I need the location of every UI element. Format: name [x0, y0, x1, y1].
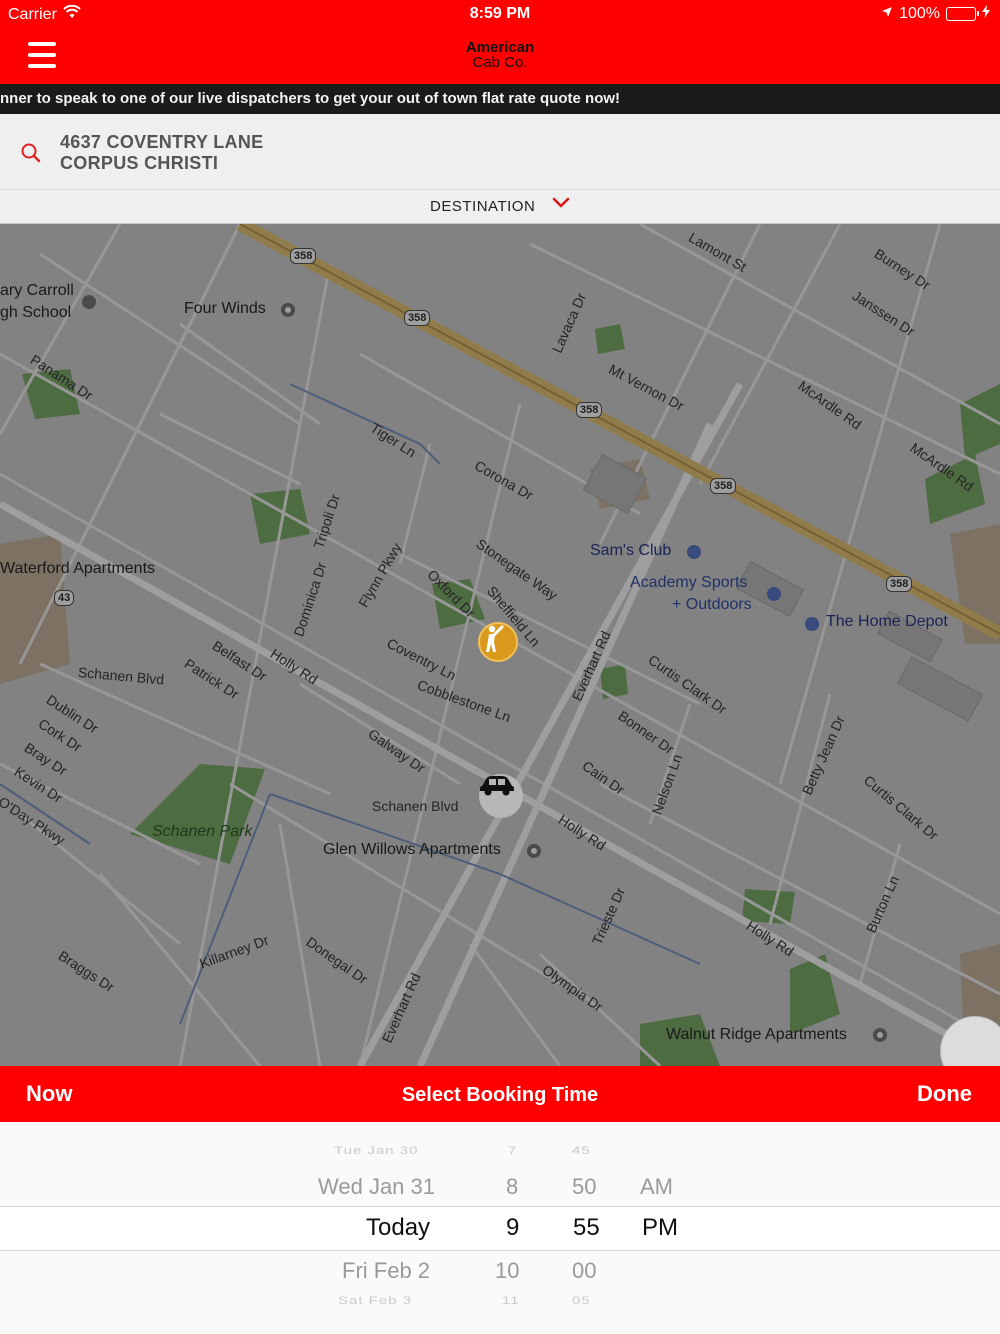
battery-percent: 100%	[899, 5, 940, 22]
picker-minute-option[interactable]: 00	[572, 1258, 596, 1284]
picker-minute-option[interactable]: 45	[572, 1144, 591, 1157]
charging-icon	[982, 5, 990, 23]
status-time: 8:59 PM	[469, 5, 531, 22]
brand-logo: American Cab Co.	[0, 40, 1000, 70]
highway-shield: 358	[404, 310, 431, 326]
car-icon[interactable]	[479, 774, 523, 818]
date-time-picker[interactable]: Tue Jan 30 Wed Jan 31 Today Fri Feb 2 Sa…	[0, 1122, 1000, 1334]
street-schanen-blvd-2: Schanen Blvd	[372, 798, 459, 814]
highway-shield: 358	[576, 402, 603, 418]
person-hail-icon[interactable]	[478, 622, 518, 662]
map-label-carroll-2: gh School	[0, 304, 72, 321]
picker-day-option[interactable]: Fri Feb 2	[342, 1258, 430, 1284]
brand-line-2: Cab Co.	[472, 54, 528, 71]
picker-minute-column[interactable]: 45 50 55 00 05	[565, 1122, 615, 1334]
highway-shield: 358	[710, 478, 737, 494]
map-label-carroll-1: ary Carroll	[0, 282, 74, 299]
map-label-academy-1: Academy Sports	[630, 574, 748, 591]
picker-day-column[interactable]: Tue Jan 30 Wed Jan 31 Today Fri Feb 2 Sa…	[300, 1122, 480, 1334]
brand-line-1: American	[465, 39, 535, 56]
picker-ampm-selected[interactable]: PM	[642, 1214, 678, 1242]
app-header: American Cab Co.	[0, 28, 1000, 84]
map-label-waterford: Waterford Apartments	[0, 560, 156, 577]
location-arrow-icon	[881, 5, 893, 23]
picker-day-option[interactable]: Tue Jan 30	[334, 1144, 419, 1157]
announcement-ticker: nner to speak to one of our live dispatc…	[0, 84, 1000, 114]
picker-minute-selected[interactable]: 55	[573, 1214, 600, 1242]
map-label-home-depot: The Home Depot	[826, 613, 948, 630]
picker-day-option[interactable]: Wed Jan 31	[318, 1174, 435, 1200]
picker-hour-selected[interactable]: 9	[506, 1214, 519, 1242]
status-bar: Carrier 8:59 PM 100%	[0, 0, 1000, 28]
pickup-address-line-2: CORPUS CHRISTI	[60, 153, 219, 173]
picker-ampm-column[interactable]: AM PM	[635, 1122, 695, 1334]
ticker-text: nner to speak to one of our live dispatc…	[0, 90, 621, 107]
picker-hour-option[interactable]: 8	[506, 1174, 518, 1200]
picker-hour-column[interactable]: 7 8 9 10 11	[490, 1122, 540, 1334]
chevron-down-icon	[552, 188, 570, 222]
pickup-address-line-1: 4637 COVENTRY LANE	[60, 132, 264, 152]
destination-selector[interactable]: DESTINATION	[0, 190, 1000, 224]
map-label-walnut-ridge: Walnut Ridge Apartments	[666, 1026, 847, 1043]
battery-icon	[946, 7, 979, 21]
search-icon	[20, 142, 42, 164]
picker-day-option[interactable]: Sat Feb 3	[338, 1294, 412, 1307]
booking-time-bar: Now Select Booking Time Done	[0, 1066, 1000, 1122]
map-label-glen-willows: Glen Willows Apartments	[323, 841, 501, 858]
picker-hour-option[interactable]: 7	[508, 1144, 517, 1157]
map-view[interactable]: Four Winds ary Carroll gh School Waterfo…	[0, 224, 1000, 1066]
picker-hour-option[interactable]: 11	[502, 1294, 520, 1307]
map-label-academy-2: + Outdoors	[672, 596, 752, 613]
picker-minute-option[interactable]: 50	[572, 1174, 596, 1200]
highway-shield: 358	[290, 248, 317, 264]
pickup-address-field[interactable]: 4637 COVENTRY LANE CORPUS CHRISTI	[0, 114, 1000, 190]
picker-hour-option[interactable]: 10	[495, 1258, 519, 1284]
done-button[interactable]: Done	[917, 1081, 972, 1107]
picker-minute-option[interactable]: 05	[572, 1294, 591, 1307]
map-label-sams-club: Sam's Club	[590, 542, 672, 559]
picker-ampm-option[interactable]: AM	[640, 1174, 673, 1200]
pickup-address-text: 4637 COVENTRY LANE CORPUS CHRISTI	[60, 132, 263, 174]
highway-shield: 358	[886, 576, 913, 592]
booking-time-title: Select Booking Time	[401, 1084, 599, 1106]
map-label-four-winds: Four Winds	[184, 300, 266, 317]
destination-label: DESTINATION	[430, 198, 536, 215]
picker-day-selected[interactable]: Today	[366, 1214, 430, 1242]
map-label-schanen-park: Schanen Park	[152, 823, 253, 840]
highway-shield: 43	[54, 590, 75, 606]
status-right: 100%	[881, 5, 990, 23]
